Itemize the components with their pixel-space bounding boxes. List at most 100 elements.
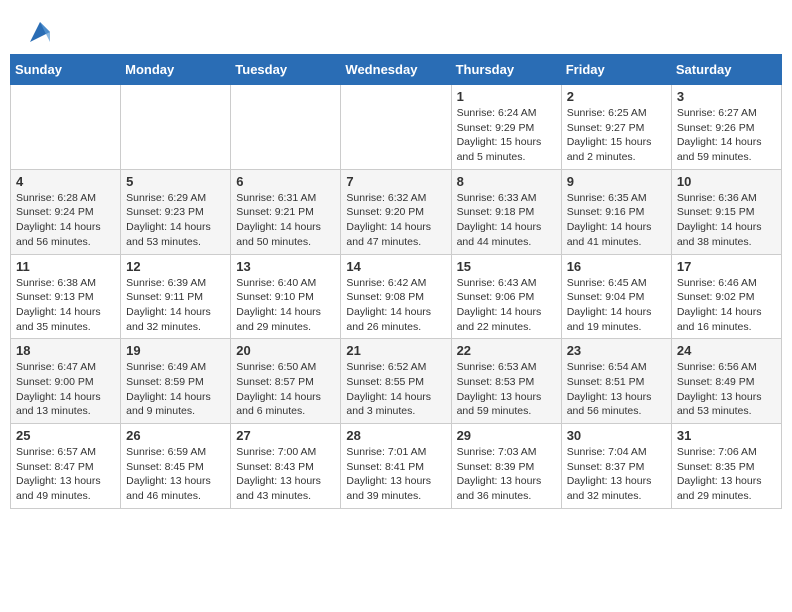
calendar-cell: 13 Sunrise: 6:40 AMSunset: 9:10 PMDayligh…	[231, 254, 341, 339]
day-number: 29	[457, 428, 556, 443]
day-number: 9	[567, 174, 666, 189]
day-of-week-header: Wednesday	[341, 55, 451, 85]
calendar-week-row: 4 Sunrise: 6:28 AMSunset: 9:24 PMDaylight…	[11, 169, 782, 254]
day-info: Sunrise: 7:06 AMSunset: 8:35 PMDaylight:…	[677, 445, 776, 504]
calendar-cell: 31 Sunrise: 7:06 AMSunset: 8:35 PMDayligh…	[671, 424, 781, 509]
calendar-cell: 16 Sunrise: 6:45 AMSunset: 9:04 PMDayligh…	[561, 254, 671, 339]
day-info: Sunrise: 7:03 AMSunset: 8:39 PMDaylight:…	[457, 445, 556, 504]
calendar-cell: 18Sunrise: 6:47 AMSunset: 9:00 PMDayligh…	[11, 339, 121, 424]
day-info: Sunrise: 6:59 AMSunset: 8:45 PMDaylight:…	[126, 445, 225, 504]
day-number: 27	[236, 428, 335, 443]
day-info: Sunrise: 6:42 AMSunset: 9:08 PMDaylight:…	[346, 276, 445, 335]
day-info: Sunrise: 6:40 AMSunset: 9:10 PMDaylight:…	[236, 276, 335, 335]
day-number: 10	[677, 174, 776, 189]
day-number: 26	[126, 428, 225, 443]
calendar-cell: 3 Sunrise: 6:27 AMSunset: 9:26 PMDaylight…	[671, 85, 781, 170]
day-info: Sunrise: 6:27 AMSunset: 9:26 PMDaylight:…	[677, 106, 776, 165]
calendar-cell: 28Sunrise: 7:01 AMSunset: 8:41 PMDayligh…	[341, 424, 451, 509]
day-number: 15	[457, 259, 556, 274]
day-info: Sunrise: 7:00 AMSunset: 8:43 PMDaylight:…	[236, 445, 335, 504]
calendar-cell: 23Sunrise: 6:54 AMSunset: 8:51 PMDayligh…	[561, 339, 671, 424]
day-number: 31	[677, 428, 776, 443]
calendar-header-row: SundayMondayTuesdayWednesdayThursdayFrid…	[11, 55, 782, 85]
day-info: Sunrise: 7:04 AMSunset: 8:37 PMDaylight:…	[567, 445, 666, 504]
day-number: 22	[457, 343, 556, 358]
day-number: 16	[567, 259, 666, 274]
day-info: Sunrise: 6:43 AMSunset: 9:06 PMDaylight:…	[457, 276, 556, 335]
logo-icon	[26, 18, 54, 46]
day-info: Sunrise: 6:32 AMSunset: 9:20 PMDaylight:…	[346, 191, 445, 250]
calendar-cell: 2 Sunrise: 6:25 AMSunset: 9:27 PMDaylight…	[561, 85, 671, 170]
day-number: 8	[457, 174, 556, 189]
calendar-table: SundayMondayTuesdayWednesdayThursdayFrid…	[10, 54, 782, 509]
calendar-cell: 27 Sunrise: 7:00 AMSunset: 8:43 PMDayligh…	[231, 424, 341, 509]
day-info: Sunrise: 6:36 AMSunset: 9:15 PMDaylight:…	[677, 191, 776, 250]
day-number: 11	[16, 259, 115, 274]
day-info: Sunrise: 6:29 AMSunset: 9:23 PMDaylight:…	[126, 191, 225, 250]
calendar-cell: 22 Sunrise: 6:53 AMSunset: 8:53 PMDayligh…	[451, 339, 561, 424]
calendar-cell: 1 Sunrise: 6:24 AMSunset: 9:29 PMDaylight…	[451, 85, 561, 170]
day-info: Sunrise: 6:52 AMSunset: 8:55 PMDaylight:…	[346, 360, 445, 419]
day-info: Sunrise: 6:56 AMSunset: 8:49 PMDaylight:…	[677, 360, 776, 419]
calendar-cell	[341, 85, 451, 170]
day-of-week-header: Tuesday	[231, 55, 341, 85]
calendar-cell: 17 Sunrise: 6:46 AMSunset: 9:02 PMDayligh…	[671, 254, 781, 339]
day-number: 3	[677, 89, 776, 104]
day-info: Sunrise: 6:24 AMSunset: 9:29 PMDaylight:…	[457, 106, 556, 165]
day-info: Sunrise: 6:50 AMSunset: 8:57 PMDaylight:…	[236, 360, 335, 419]
calendar-cell: 21 Sunrise: 6:52 AMSunset: 8:55 PMDayligh…	[341, 339, 451, 424]
calendar-cell: 8 Sunrise: 6:33 AMSunset: 9:18 PMDaylight…	[451, 169, 561, 254]
calendar-cell: 5 Sunrise: 6:29 AMSunset: 9:23 PMDaylight…	[121, 169, 231, 254]
day-number: 17	[677, 259, 776, 274]
calendar-cell: 15 Sunrise: 6:43 AMSunset: 9:06 PMDayligh…	[451, 254, 561, 339]
day-of-week-header: Thursday	[451, 55, 561, 85]
day-info: Sunrise: 6:25 AMSunset: 9:27 PMDaylight:…	[567, 106, 666, 165]
day-info: Sunrise: 6:45 AMSunset: 9:04 PMDaylight:…	[567, 276, 666, 335]
calendar-cell: 19 Sunrise: 6:49 AMSunset: 8:59 PMDayligh…	[121, 339, 231, 424]
day-info: Sunrise: 6:28 AMSunset: 9:24 PMDaylight:…	[16, 191, 115, 250]
day-info: Sunrise: 6:49 AMSunset: 8:59 PMDaylight:…	[126, 360, 225, 419]
calendar-cell	[231, 85, 341, 170]
day-number: 20	[236, 343, 335, 358]
day-number: 1	[457, 89, 556, 104]
day-info: Sunrise: 6:39 AMSunset: 9:11 PMDaylight:…	[126, 276, 225, 335]
day-number: 25	[16, 428, 115, 443]
day-info: Sunrise: 6:54 AMSunset: 8:51 PMDaylight:…	[567, 360, 666, 419]
calendar-cell	[121, 85, 231, 170]
day-number: 4	[16, 174, 115, 189]
day-info: Sunrise: 6:33 AMSunset: 9:18 PMDaylight:…	[457, 191, 556, 250]
calendar-cell: 4 Sunrise: 6:28 AMSunset: 9:24 PMDaylight…	[11, 169, 121, 254]
calendar-cell: 30 Sunrise: 7:04 AMSunset: 8:37 PMDayligh…	[561, 424, 671, 509]
day-number: 30	[567, 428, 666, 443]
day-info: Sunrise: 6:31 AMSunset: 9:21 PMDaylight:…	[236, 191, 335, 250]
calendar-cell: 10 Sunrise: 6:36 AMSunset: 9:15 PMDayligh…	[671, 169, 781, 254]
logo	[24, 18, 54, 46]
calendar-week-row: 25 Sunrise: 6:57 AMSunset: 8:47 PMDayligh…	[11, 424, 782, 509]
day-info: Sunrise: 6:57 AMSunset: 8:47 PMDaylight:…	[16, 445, 115, 504]
day-info: Sunrise: 6:35 AMSunset: 9:16 PMDaylight:…	[567, 191, 666, 250]
calendar-cell: 20 Sunrise: 6:50 AMSunset: 8:57 PMDayligh…	[231, 339, 341, 424]
day-info: Sunrise: 6:53 AMSunset: 8:53 PMDaylight:…	[457, 360, 556, 419]
calendar-cell: 14 Sunrise: 6:42 AMSunset: 9:08 PMDayligh…	[341, 254, 451, 339]
day-of-week-header: Sunday	[11, 55, 121, 85]
day-number: 5	[126, 174, 225, 189]
page-header	[0, 0, 792, 54]
calendar-week-row: 18Sunrise: 6:47 AMSunset: 9:00 PMDayligh…	[11, 339, 782, 424]
day-info: Sunrise: 6:46 AMSunset: 9:02 PMDaylight:…	[677, 276, 776, 335]
calendar-cell: 29 Sunrise: 7:03 AMSunset: 8:39 PMDayligh…	[451, 424, 561, 509]
calendar-cell	[11, 85, 121, 170]
day-number: 18	[16, 343, 115, 358]
day-number: 21	[346, 343, 445, 358]
day-number: 2	[567, 89, 666, 104]
day-number: 12	[126, 259, 225, 274]
day-number: 19	[126, 343, 225, 358]
calendar-cell: 7Sunrise: 6:32 AMSunset: 9:20 PMDaylight…	[341, 169, 451, 254]
day-of-week-header: Monday	[121, 55, 231, 85]
calendar-cell: 6 Sunrise: 6:31 AMSunset: 9:21 PMDaylight…	[231, 169, 341, 254]
day-number: 14	[346, 259, 445, 274]
day-number: 28	[346, 428, 445, 443]
day-of-week-header: Saturday	[671, 55, 781, 85]
day-number: 13	[236, 259, 335, 274]
calendar-cell: 12 Sunrise: 6:39 AMSunset: 9:11 PMDayligh…	[121, 254, 231, 339]
day-number: 6	[236, 174, 335, 189]
